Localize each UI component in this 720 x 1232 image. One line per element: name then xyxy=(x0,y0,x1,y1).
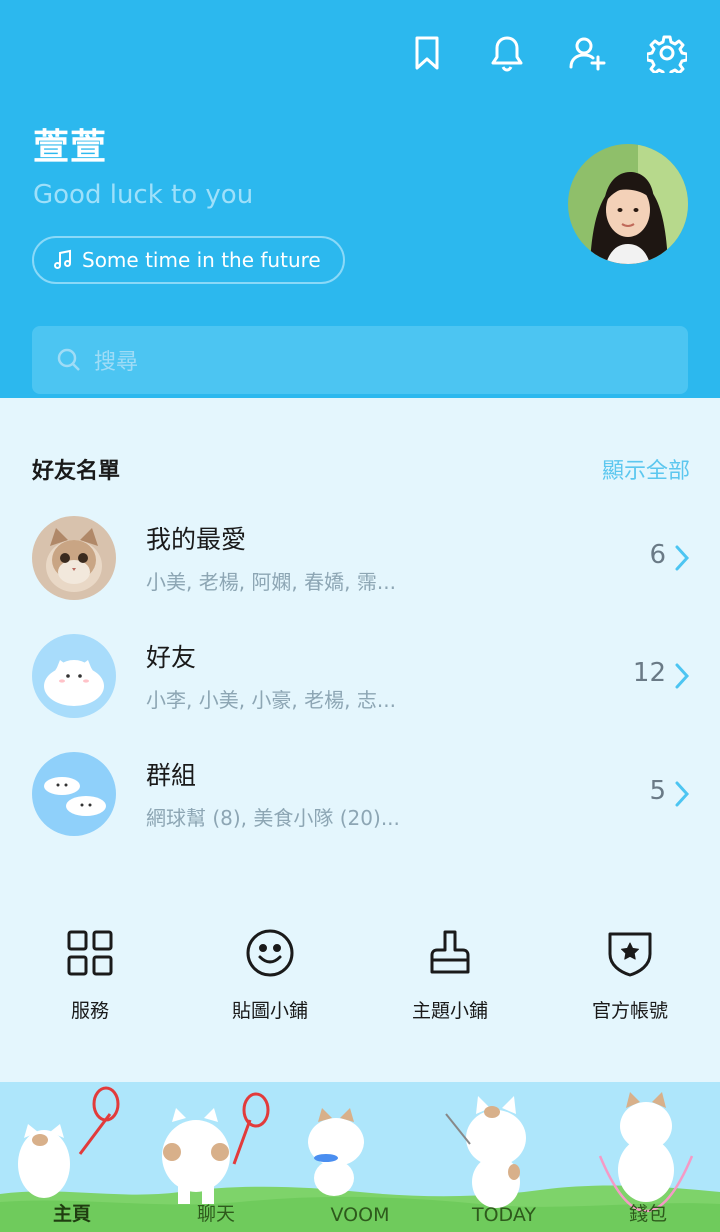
status-message[interactable]: Good luck to you xyxy=(33,180,253,210)
music-note-icon xyxy=(54,249,71,269)
service-sticker-shop[interactable]: 貼圖小鋪 xyxy=(180,926,360,1023)
bookmark-icon[interactable] xyxy=(404,30,450,76)
grid-icon xyxy=(67,930,113,976)
avatar[interactable] xyxy=(568,144,688,264)
list-item-subtitle: 網球幫 (8), 美食小隊 (20)... xyxy=(146,806,400,830)
smiley-icon xyxy=(246,929,294,977)
list-item-subtitle: 小李, 小美, 小豪, 老楊, 志... xyxy=(146,688,396,712)
nav-tab-home[interactable]: 主頁 xyxy=(0,1199,144,1226)
profile-music-button[interactable]: Some time in the future xyxy=(32,236,345,284)
list-item-title: 我的最愛 xyxy=(146,525,247,554)
list-item-groups[interactable]: 群組 網球幫 (8), 美食小隊 (20)... 5 xyxy=(0,752,720,852)
brush-icon xyxy=(430,930,470,974)
bottom-nav: 主頁 聊天 VOOM TODAY 錢包 xyxy=(0,1082,720,1232)
list-item-count: 12 xyxy=(632,658,666,688)
list-item-title: 群組 xyxy=(146,761,197,790)
cloud-cats-avatar xyxy=(32,752,116,836)
music-title: Some time in the future xyxy=(82,248,321,272)
service-services[interactable]: 服務 xyxy=(0,926,180,1023)
cat-photo-avatar xyxy=(32,516,116,600)
profile-name[interactable]: 萱萱 xyxy=(33,118,107,170)
nav-tab-voom[interactable]: VOOM xyxy=(288,1204,432,1226)
chevron-right-icon xyxy=(675,663,690,689)
list-item-count: 5 xyxy=(649,776,666,806)
service-label: 貼圖小鋪 xyxy=(231,1000,308,1022)
services-row: 服務 貼圖小鋪 主題小鋪 官方帳號 xyxy=(0,926,720,1026)
nav-tab-wallet[interactable]: 錢包 xyxy=(576,1199,720,1226)
profile-header: 萱萱 Good luck to you Some time in the fut… xyxy=(0,0,720,398)
bell-icon[interactable] xyxy=(484,30,530,76)
friends-section-title: 好友名單 xyxy=(32,459,121,484)
chevron-right-icon xyxy=(675,781,690,807)
nav-tab-today[interactable]: TODAY xyxy=(432,1204,576,1226)
chevron-right-icon xyxy=(675,545,690,571)
list-item-friends[interactable]: 好友 小李, 小美, 小豪, 老楊, 志... 12 xyxy=(0,634,720,734)
gear-icon[interactable] xyxy=(644,30,690,76)
list-item-favorites[interactable]: 我的最愛 小美, 老楊, 阿嫻, 春嬌, 霈... 6 xyxy=(0,516,720,616)
service-theme-shop[interactable]: 主題小鋪 xyxy=(360,926,540,1023)
shield-star-icon xyxy=(608,932,652,977)
add-friend-icon[interactable] xyxy=(564,30,610,76)
search-placeholder: 搜尋 xyxy=(94,350,139,375)
show-all-link[interactable]: 顯示全部 xyxy=(602,453,690,485)
top-toolbar xyxy=(404,30,690,76)
search-bar[interactable]: 搜尋 xyxy=(32,326,688,394)
service-label: 官方帳號 xyxy=(591,1000,668,1022)
cat-sticker-avatar xyxy=(32,634,116,718)
list-item-subtitle: 小美, 老楊, 阿嫻, 春嬌, 霈... xyxy=(146,570,396,594)
service-label: 服務 xyxy=(70,1000,109,1022)
service-official-accounts[interactable]: 官方帳號 xyxy=(540,926,720,1023)
list-item-count: 6 xyxy=(649,540,666,570)
search-icon xyxy=(57,348,80,371)
list-item-title: 好友 xyxy=(146,643,197,672)
nav-tab-chats[interactable]: 聊天 xyxy=(144,1199,288,1226)
service-label: 主題小鋪 xyxy=(411,1000,488,1022)
